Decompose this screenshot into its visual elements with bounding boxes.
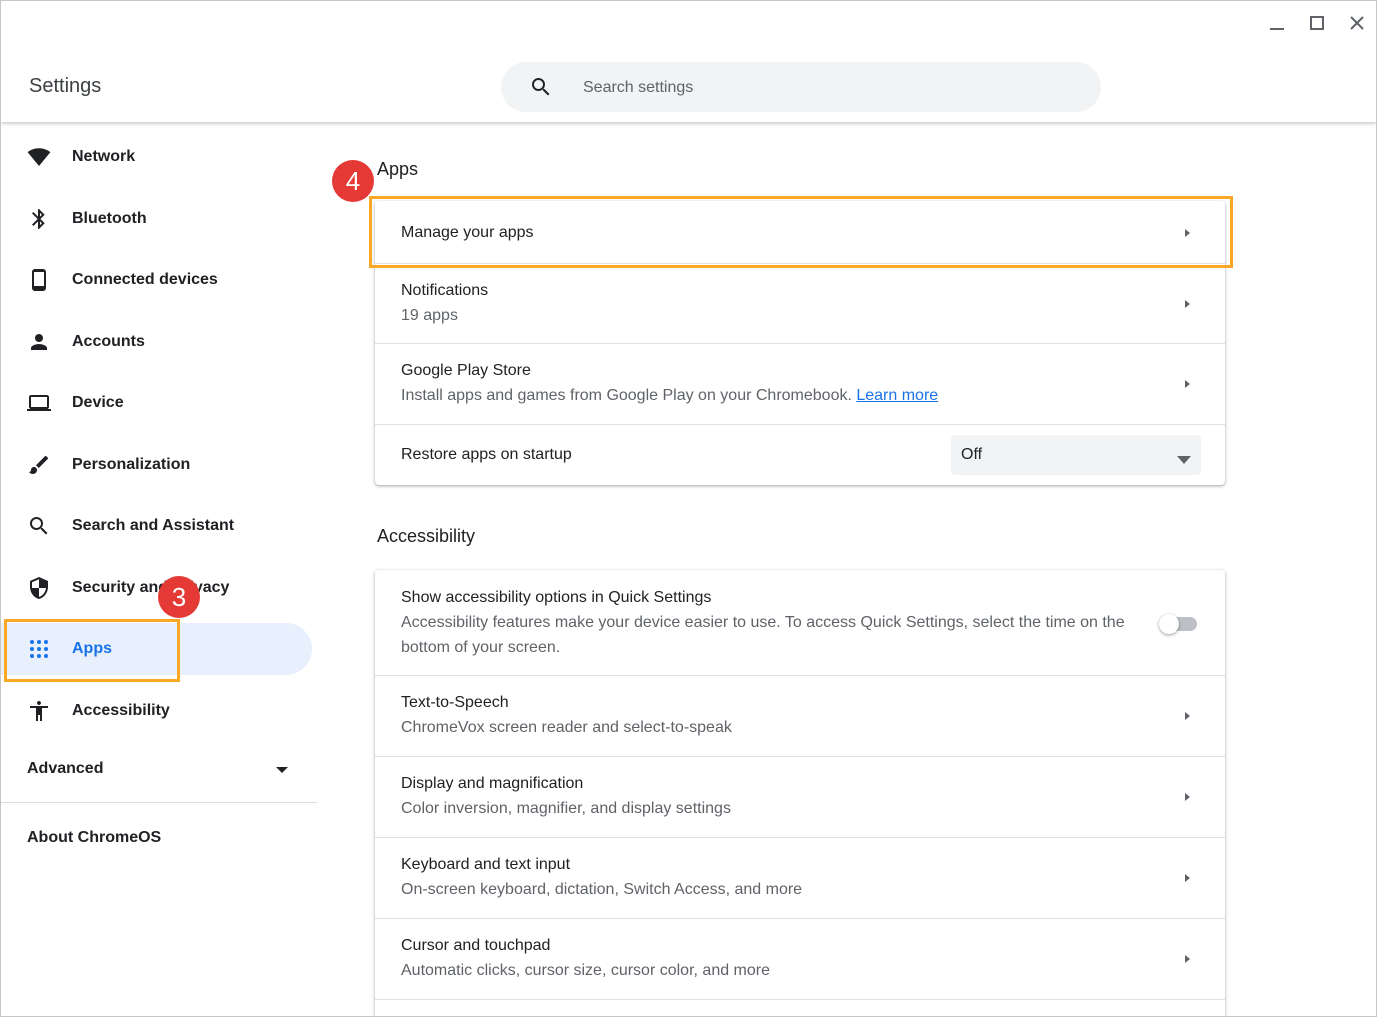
- close-icon[interactable]: [1345, 11, 1369, 35]
- sidebar-item-network[interactable]: Network: [1, 131, 312, 183]
- app-title: Settings: [29, 75, 102, 97]
- step-badge-4: 4: [332, 160, 374, 202]
- caret-down-icon: [1177, 451, 1191, 464]
- step-badge-3: 3: [158, 576, 200, 618]
- row-title: Text-to-Speech: [401, 694, 509, 711]
- sidebar-item-label: Connected devices: [72, 271, 218, 288]
- next-row: [375, 999, 1225, 1016]
- cursor-touchpad-row[interactable]: Cursor and touchpad Automatic clicks, cu…: [375, 918, 1225, 999]
- chevron-right-icon: [1181, 790, 1193, 802]
- text-to-speech-row[interactable]: Text-to-Speech ChromeVox screen reader a…: [375, 675, 1225, 756]
- row-subtitle: bottom of your screen.: [401, 639, 561, 656]
- quick-settings-toggle[interactable]: [1159, 614, 1197, 634]
- highlight-box-manage-apps: [369, 196, 1233, 268]
- notifications-row[interactable]: Notifications 19 apps: [375, 263, 1225, 344]
- sidebar: Network Bluetooth Connected devices Acco…: [1, 123, 317, 1016]
- settings-window: Settings Network Bluetooth Connec: [0, 0, 1377, 1017]
- row-subtitle: 19 apps: [401, 307, 458, 324]
- sidebar-item-device[interactable]: Device: [1, 377, 312, 429]
- sidebar-item-label: Device: [72, 394, 124, 411]
- advanced-toggle[interactable]: Advanced: [27, 760, 103, 778]
- sidebar-item-label: Personalization: [72, 456, 191, 473]
- row-subtitle: Color inversion, magnifier, and display …: [401, 800, 731, 817]
- google-play-store-row[interactable]: Google Play Store Install apps and games…: [375, 343, 1225, 424]
- caret-down-icon[interactable]: [275, 763, 289, 777]
- chevron-right-icon: [1181, 297, 1193, 309]
- sidebar-item-label: Network: [72, 148, 136, 165]
- sidebar-item-label: Search and Assistant: [72, 517, 235, 534]
- phone-icon: [27, 268, 51, 292]
- row-title: Notifications: [401, 282, 489, 299]
- chevron-right-icon: [1181, 871, 1193, 883]
- restore-apps-select[interactable]: Off: [951, 435, 1201, 475]
- sidebar-item-accessibility[interactable]: Accessibility: [1, 685, 312, 737]
- person-icon: [27, 330, 51, 354]
- header: Settings: [1, 1, 1376, 122]
- sidebar-item-label: Security and Privacy: [72, 579, 230, 596]
- search-box[interactable]: [501, 62, 1101, 112]
- display-magnification-row[interactable]: Display and magnification Color inversio…: [375, 756, 1225, 837]
- row-title: Restore apps on startup: [401, 446, 572, 463]
- row-title: Display and magnification: [401, 775, 584, 792]
- bluetooth-icon: [27, 207, 51, 231]
- accessibility-icon: [27, 699, 51, 723]
- sidebar-item-bluetooth[interactable]: Bluetooth: [1, 193, 312, 245]
- sidebar-item-personalization[interactable]: Personalization: [1, 439, 312, 491]
- minimize-icon[interactable]: [1265, 11, 1289, 35]
- sidebar-item-label: Bluetooth: [72, 210, 147, 227]
- sidebar-item-label: Accounts: [72, 333, 145, 350]
- accessibility-card: Show accessibility options in Quick Sett…: [375, 570, 1225, 1016]
- search-icon: [27, 514, 51, 538]
- search-input[interactable]: [581, 74, 1065, 102]
- row-subtitle: ChromeVox screen reader and select-to-sp…: [401, 719, 732, 736]
- shield-icon: [27, 576, 51, 600]
- search-icon: [529, 75, 553, 99]
- quick-settings-row: Show accessibility options in Quick Sett…: [375, 570, 1225, 675]
- about-chromeos-link[interactable]: About ChromeOS: [27, 829, 161, 847]
- row-title: Google Play Store: [401, 362, 531, 379]
- row-title: Keyboard and text input: [401, 856, 571, 873]
- restore-apps-row: Restore apps on startup Off: [375, 424, 1225, 486]
- sidebar-item-connected-devices[interactable]: Connected devices: [1, 254, 312, 306]
- apps-section-title: Apps: [377, 159, 419, 179]
- divider: [1, 802, 317, 803]
- laptop-icon: [27, 391, 51, 415]
- maximize-icon[interactable]: [1305, 11, 1329, 35]
- learn-more-link[interactable]: Learn more: [856, 387, 938, 404]
- row-subtitle: Automatic clicks, cursor size, cursor co…: [401, 962, 771, 979]
- row-subtitle-text: Install apps and games from Google Play …: [401, 387, 852, 404]
- chevron-right-icon: [1181, 377, 1193, 389]
- select-value: Off: [961, 446, 983, 463]
- brush-icon: [27, 453, 51, 477]
- sidebar-item-security-privacy[interactable]: Security and Privacy: [1, 562, 312, 614]
- chevron-right-icon: [1181, 709, 1193, 721]
- chevron-right-icon: [1181, 952, 1193, 964]
- sidebar-item-accounts[interactable]: Accounts: [1, 316, 312, 368]
- highlight-box-apps: [4, 619, 180, 682]
- sidebar-item-label: Accessibility: [72, 702, 170, 719]
- row-subtitle: Install apps and games from Google Play …: [401, 387, 938, 405]
- row-title: Show accessibility options in Quick Sett…: [401, 589, 712, 606]
- toggle-knob: [1159, 614, 1179, 634]
- row-title: Cursor and touchpad: [401, 937, 551, 954]
- wifi-icon: [27, 145, 51, 169]
- row-subtitle: On-screen keyboard, dictation, Switch Ac…: [401, 881, 803, 898]
- row-subtitle: Accessibility features make your device …: [401, 614, 1125, 631]
- accessibility-section-title: Accessibility: [377, 526, 476, 546]
- keyboard-text-input-row[interactable]: Keyboard and text input On-screen keyboa…: [375, 837, 1225, 918]
- sidebar-item-search-assistant[interactable]: Search and Assistant: [1, 500, 312, 552]
